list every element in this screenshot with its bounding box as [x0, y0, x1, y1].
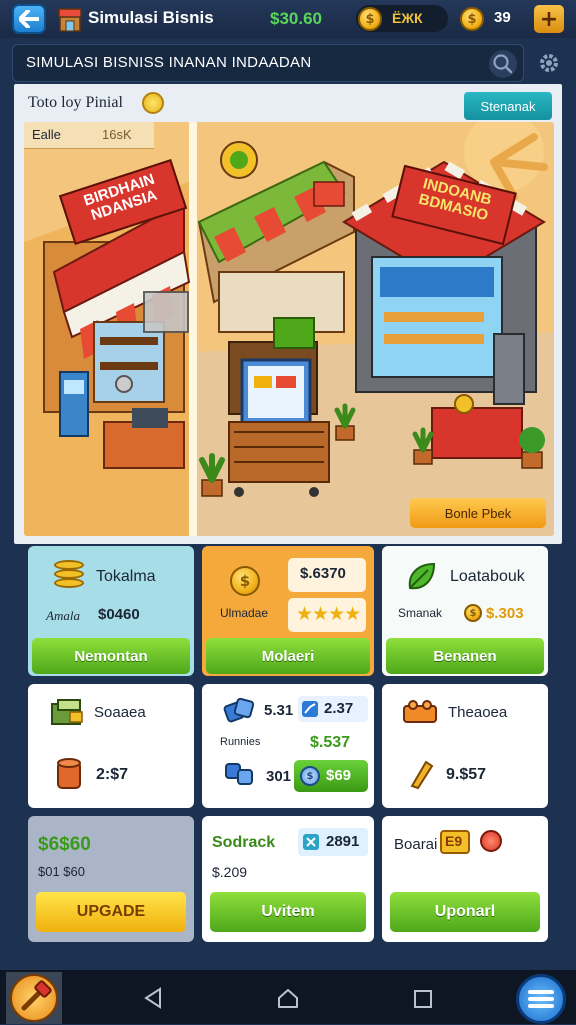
hammer-button[interactable] [6, 972, 62, 1024]
item-card-sodrack[interactable]: Sodrack 2891 $.209 Uvitem [202, 816, 374, 942]
upgrade-detail: $01 $60 [38, 864, 85, 879]
card-label: Runnies [220, 736, 261, 748]
top-bar: Simulasi Bisnis $30.60 $ ЁЖК $ 39 + [0, 0, 576, 38]
card-label: Smanak [398, 606, 443, 620]
business-card-stars[interactable]: $ $.6370 Ulmadae ★★★★ Molaeri [202, 546, 374, 676]
rating-chip: ★★★★ [288, 598, 366, 632]
coin-icon: $ [464, 604, 482, 622]
buy-button[interactable]: $ $69 [294, 760, 368, 792]
menu-button[interactable] [516, 974, 566, 1024]
cash-register-icon [51, 699, 83, 725]
card-value: $0460 [98, 606, 140, 623]
buy-price: $69 [326, 767, 352, 784]
coin-icon: $ [230, 566, 260, 596]
card-value: $.209 [212, 864, 248, 880]
coin-icon: $ [300, 766, 320, 786]
resource-card-theaoea[interactable]: Theaoea 9.$57 [382, 684, 548, 808]
page-header: SIMULASI BISNISS INANAN INDAADAN [12, 44, 524, 82]
gem-value: 39 [494, 9, 511, 26]
card-action-button[interactable]: Molaeri [206, 638, 370, 674]
card-action-button[interactable]: Benanen [386, 638, 544, 674]
upgrade-card[interactable]: $6$60 $01 $60 UPGADE [28, 816, 194, 942]
page-title: SIMULASI BISNISS INANAN INDAADAN [26, 54, 312, 71]
gear-icon[interactable] [536, 50, 562, 76]
coin-value: ЁЖК [392, 10, 423, 26]
upgrade-button[interactable]: UPGADE [36, 892, 186, 932]
stat-chip: 2.37 [298, 696, 368, 722]
alert-icon [480, 830, 502, 852]
price-chip: $.6370 [288, 558, 366, 592]
system-nav-bar [0, 970, 576, 1024]
card-action-button[interactable]: Uvitem [210, 892, 366, 932]
tab-left[interactable]: Ealle [32, 127, 61, 142]
stat-value-3: $.537 [310, 734, 351, 751]
leaf-icon [408, 562, 436, 590]
home-icon[interactable] [276, 986, 300, 1010]
cash-value: $30.60 [270, 9, 322, 28]
business-card-tokalma[interactable]: Tokalma Amala $0460 Nemontan [28, 546, 194, 676]
stat-chip: 2891 [298, 828, 368, 856]
resource-card-soaaea[interactable]: Soaaea 2:$7 [28, 684, 194, 808]
search-icon [493, 54, 513, 74]
business-panel: Toto loy Pinial Stenanak Ealle 16sK BIRD… [14, 84, 562, 544]
coin-icon: $ [358, 7, 382, 31]
panel-action-button[interactable]: Stenanak [464, 92, 552, 120]
card-title: Sodrack [212, 834, 276, 851]
card-value: 9.$57 [446, 766, 487, 783]
badge-value: E9 [445, 833, 463, 849]
app-title: Simulasi Bisnis [88, 8, 214, 27]
barrel-icon [57, 758, 81, 789]
hammer-icon [10, 974, 58, 1022]
card-action-button[interactable]: Uponarl [390, 892, 540, 932]
search-button[interactable] [489, 50, 517, 78]
wood-log-icon [410, 760, 434, 790]
back-button[interactable] [12, 4, 46, 34]
card-value: $.303 [486, 605, 524, 622]
gem-icon [225, 763, 253, 785]
panel-title: Toto loy Pinial [28, 94, 123, 111]
upgrade-cost: $6$60 [38, 834, 91, 855]
stat-value-2: 2.37 [324, 700, 354, 717]
shop-scene[interactable]: Ealle 16sK BIRDHAIN NDANSIA INDOANB BDMA… [24, 122, 554, 536]
gem-coin-icon: $ [460, 7, 484, 31]
recents-icon[interactable] [412, 988, 434, 1010]
item-card-boarai[interactable]: Boarai E9 Uponarl [382, 816, 548, 942]
trend-up-icon [302, 701, 318, 717]
card-action-button[interactable]: Nemontan [32, 638, 190, 674]
card-title: Theaoea [448, 704, 508, 721]
tools-icon [303, 834, 319, 850]
menu-icon [528, 990, 554, 1008]
badge-chip: E9 [440, 830, 470, 854]
card-title: Boarai [394, 836, 438, 853]
card-title: Tokalma [96, 568, 156, 585]
arrow-left-icon [19, 10, 39, 28]
gem-icon [223, 697, 255, 723]
card-value: 2:$7 [96, 766, 129, 783]
scene-tabs: Ealle 16sK [24, 122, 154, 149]
resource-card-runnies[interactable]: 5.31 2.37 Runnies $.537 301 $ $69 [202, 684, 374, 808]
stat-value-4: 301 [266, 768, 292, 785]
price-value: $.6370 [300, 565, 346, 582]
card-title: Soaaea [94, 704, 146, 721]
chip-value: 2891 [326, 833, 360, 850]
card-title: Loatabouk [450, 568, 525, 585]
coin-stack-icon [54, 560, 84, 594]
business-card-loatabouk[interactable]: Loatabouk Smanak $ $.303 Benanen [382, 546, 548, 676]
back-triangle-icon[interactable] [142, 986, 164, 1010]
shop-icon [58, 8, 82, 32]
add-currency-button[interactable]: + [534, 5, 564, 33]
card-label: Ulmadae [220, 606, 269, 620]
build-button[interactable]: Bonle Pbek [410, 498, 546, 528]
tab-right[interactable]: 16sK [102, 127, 132, 142]
card-label: Amala [46, 608, 80, 623]
coin-counter: $ ЁЖК [356, 5, 448, 32]
stat-value-1: 5.31 [264, 702, 294, 719]
star-rating: ★★★★ [296, 604, 361, 625]
medal-icon [142, 92, 164, 114]
brick-icon [403, 700, 437, 723]
